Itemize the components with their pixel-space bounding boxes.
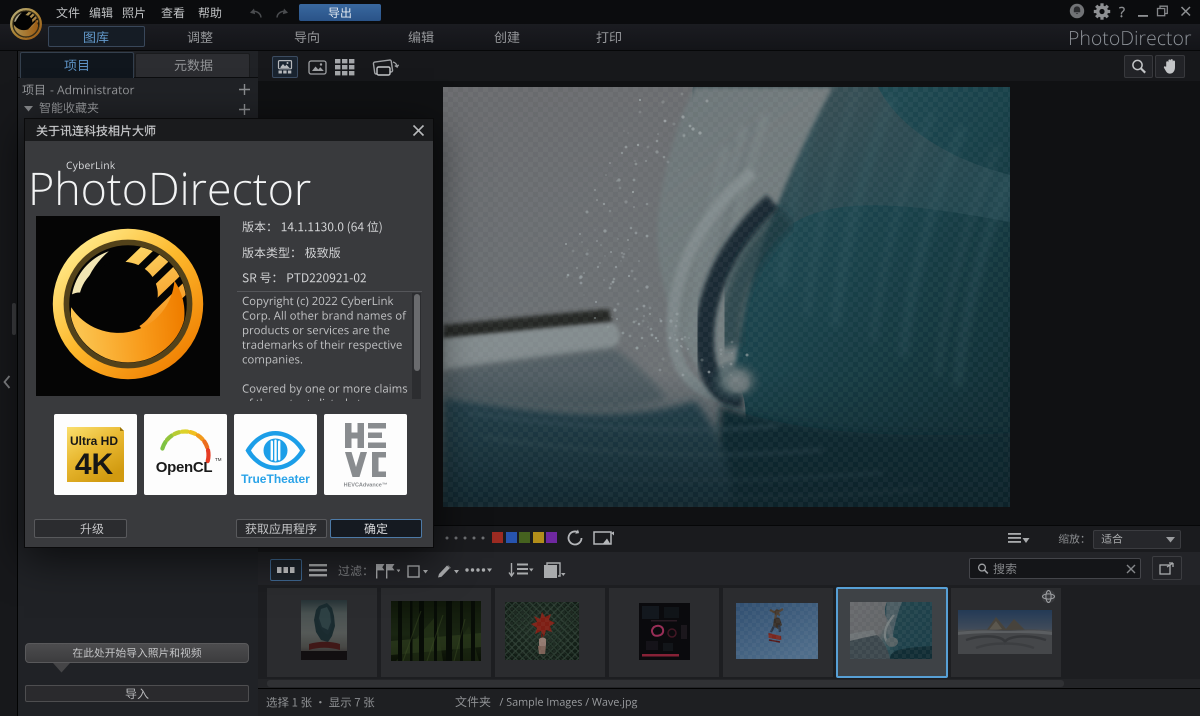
svg-text:TM: TM — [215, 457, 222, 462]
svg-text:Ultra HD: Ultra HD — [70, 434, 118, 448]
svg-text:OpenCL: OpenCL — [156, 459, 213, 476]
svg-text:4K: 4K — [75, 448, 114, 481]
svg-text:HEVCAdvance™: HEVCAdvance™ — [344, 483, 388, 489]
svg-text:TrueTheater: TrueTheater — [241, 472, 310, 486]
